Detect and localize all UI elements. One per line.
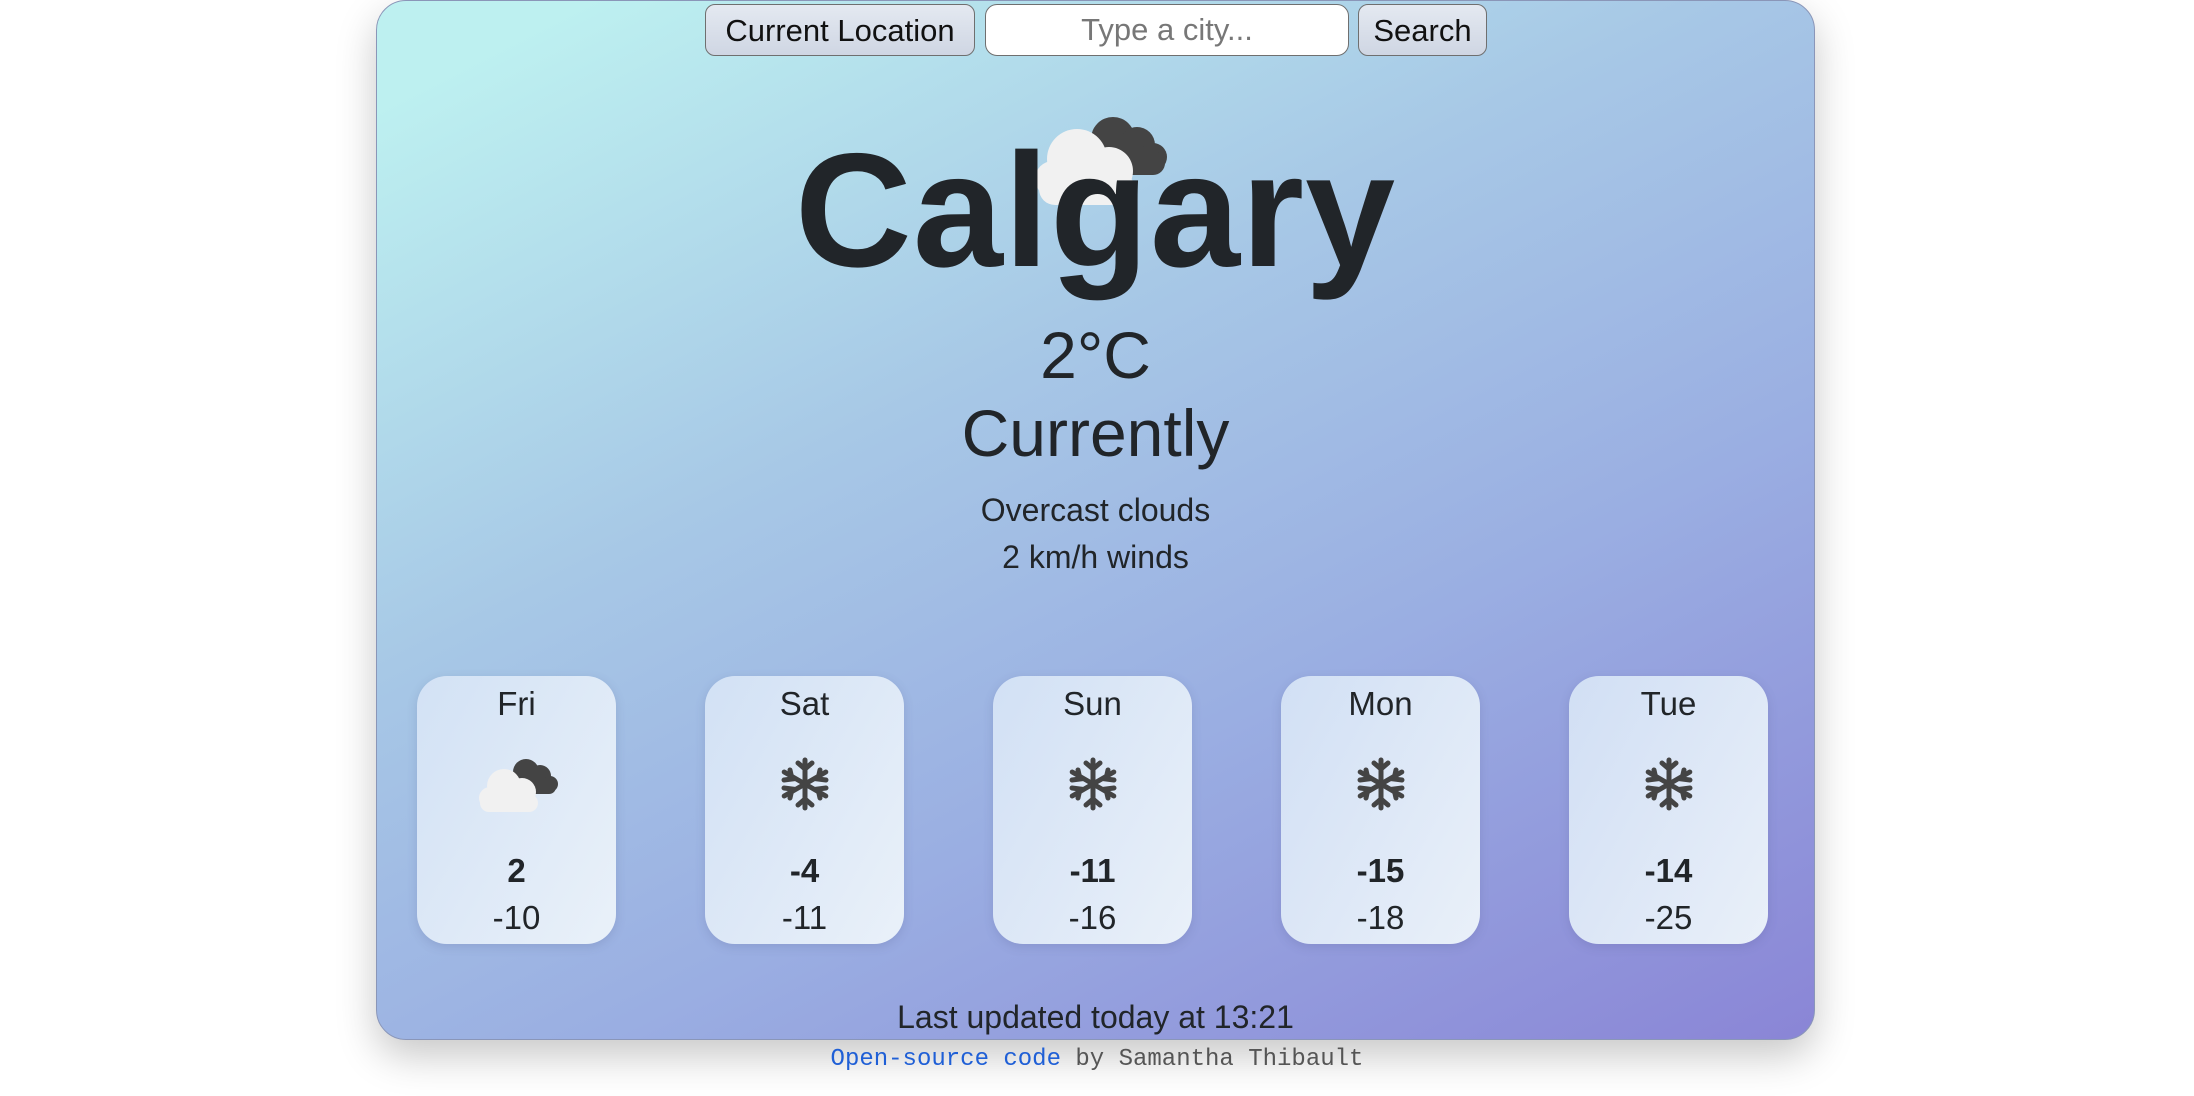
forecast-low-temp: -11 bbox=[781, 899, 828, 936]
forecast-high-temp: -4 bbox=[789, 852, 820, 889]
weather-description: Overcast clouds bbox=[980, 492, 1211, 528]
snowflake-icon bbox=[1069, 757, 1116, 811]
author-credit: by Samantha Thibault bbox=[1060, 1046, 1364, 1073]
current-location-button[interactable]: Current Location bbox=[705, 4, 975, 56]
forecast-high-temp: -11 bbox=[1069, 852, 1116, 889]
forecast-day-name: Sat bbox=[779, 685, 830, 722]
wind-speed: 2 km/h winds bbox=[1002, 539, 1189, 575]
city-name: Calgary bbox=[794, 120, 1397, 301]
forecast-day-name: Fri bbox=[497, 685, 536, 722]
currently-label: Currently bbox=[961, 396, 1230, 470]
last-updated-text: Last updated today at 13:21 bbox=[897, 999, 1294, 1035]
city-search-input[interactable] bbox=[985, 4, 1349, 56]
overcast-clouds-icon bbox=[478, 759, 558, 812]
forecast-day-card: Sun -11 -16 bbox=[993, 676, 1192, 944]
weather-app-card: Current Location Search Calgary 2°C Curr… bbox=[376, 0, 1815, 1040]
forecast-day-name: Mon bbox=[1348, 685, 1413, 722]
forecast-day-card: Tue -14 -25 bbox=[1569, 676, 1768, 944]
forecast-day-card: Sat -4 -11 bbox=[705, 676, 904, 944]
forecast-high-temp: 2 bbox=[507, 852, 526, 889]
forecast-low-temp: -25 bbox=[1644, 899, 1693, 936]
forecast-day-name: Sun bbox=[1063, 685, 1122, 722]
snowflake-icon bbox=[1645, 757, 1692, 811]
forecast-low-temp: -10 bbox=[492, 899, 541, 936]
current-temperature: 2°C bbox=[1040, 318, 1151, 392]
footer: Open-source code by Samantha Thibault bbox=[0, 1044, 2194, 1076]
forecast-low-temp: -18 bbox=[1356, 899, 1405, 936]
forecast-high-temp: -14 bbox=[1644, 852, 1693, 889]
open-source-code-link[interactable]: Open-source code bbox=[831, 1046, 1061, 1073]
search-bar: Current Location Search bbox=[377, 4, 1814, 58]
forecast-day-card: Fri 2 -10 bbox=[417, 676, 616, 944]
forecast-row: Fri 2 -10 Sat -4 -11 Sun -11 -16 Mon -15… bbox=[377, 676, 1814, 944]
snowflake-icon bbox=[781, 757, 828, 811]
search-button[interactable]: Search bbox=[1358, 4, 1487, 56]
forecast-day-name: Tue bbox=[1640, 685, 1697, 722]
snowflake-icon bbox=[1357, 757, 1404, 811]
forecast-low-temp: -16 bbox=[1068, 899, 1117, 936]
forecast-day-card: Mon -15 -18 bbox=[1281, 676, 1480, 944]
forecast-high-temp: -15 bbox=[1356, 852, 1405, 889]
